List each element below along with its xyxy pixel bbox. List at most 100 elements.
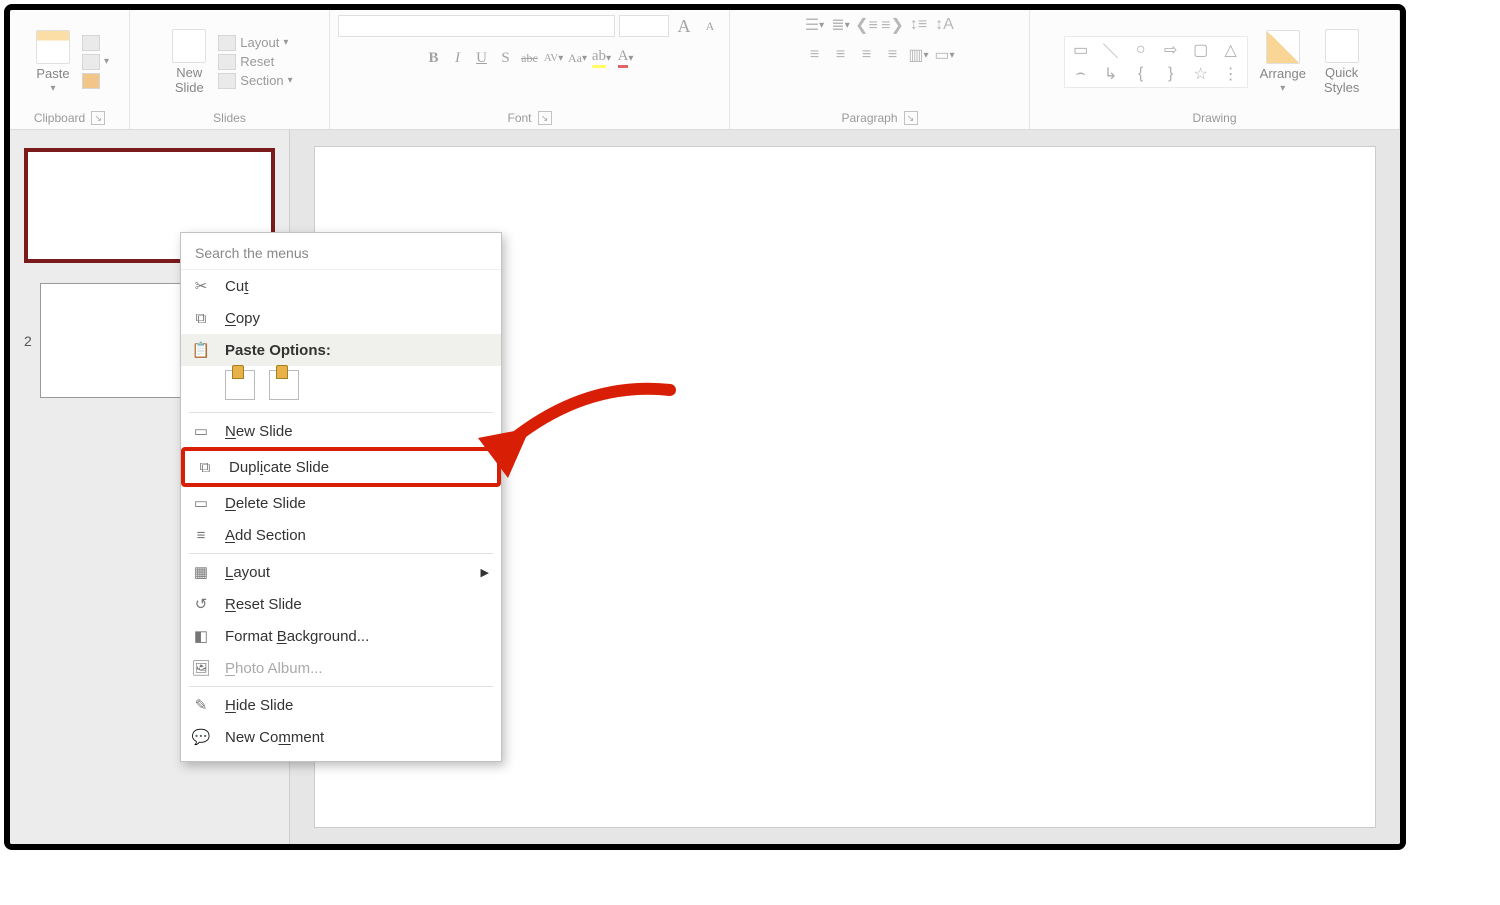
brush-icon bbox=[82, 73, 100, 89]
menu-delete-slide[interactable]: ▭ Delete Slide bbox=[181, 487, 501, 519]
group-slides: New Slide Layout▾ Reset Section▾ Slides bbox=[130, 10, 330, 129]
group-paragraph: ☰▾ ≣▾ ❮≡ ≡❯ ↕≡ ↕A ≡ ≡ ≡ ≡ ▥▾ ▭▾ Paragrap… bbox=[730, 10, 1030, 129]
menu-photo-album: 🖼 Photo Album... bbox=[181, 652, 501, 684]
new-slide-icon bbox=[172, 29, 206, 63]
section-icon: ≡ bbox=[191, 526, 211, 544]
shape-arc-icon: ⌢ bbox=[1067, 63, 1095, 85]
font-color-button[interactable]: A▾ bbox=[615, 46, 637, 70]
group-font: A A B I U S abc AV▾ Aa▾ ab▾ A▾ Font↘ bbox=[330, 10, 730, 129]
shape-brace-l-icon: { bbox=[1127, 63, 1155, 85]
menu-add-section[interactable]: ≡ Add Section bbox=[181, 519, 501, 551]
paste-option-picture[interactable] bbox=[269, 370, 299, 400]
paste-label: Paste bbox=[36, 66, 69, 81]
ribbon: Paste ▾ ▾ Clipboard↘ New Slide Layout bbox=[10, 10, 1400, 130]
justify-button[interactable]: ≡ bbox=[881, 44, 905, 66]
scissors-icon: ✂ bbox=[191, 277, 211, 295]
cut-button[interactable] bbox=[82, 35, 109, 51]
italic-button[interactable]: I bbox=[447, 46, 469, 70]
paste-dropdown-icon[interactable]: ▾ bbox=[50, 83, 55, 94]
bullets-button[interactable]: ☰▾ bbox=[803, 14, 827, 36]
shape-triangle-icon: △ bbox=[1217, 39, 1245, 61]
shapes-gallery[interactable]: ▭ ＼ ○ ⇨ ▢ △ ⌢ ↳ { } ☆ ⋮ bbox=[1064, 36, 1248, 88]
smartart-button[interactable]: ▭▾ bbox=[933, 44, 957, 66]
arrange-button[interactable]: Arrange▾ bbox=[1254, 28, 1312, 96]
format-painter-button[interactable] bbox=[82, 73, 109, 89]
menu-paste-options: 📋 Paste Options: bbox=[181, 334, 501, 366]
paste-icon bbox=[36, 30, 70, 64]
separator bbox=[189, 412, 493, 413]
align-left-button[interactable]: ≡ bbox=[803, 44, 827, 66]
indent-right-button[interactable]: ≡❯ bbox=[881, 14, 905, 36]
strike-button[interactable]: abc bbox=[519, 46, 541, 70]
columns-button[interactable]: ▥▾ bbox=[907, 44, 931, 66]
layout-button[interactable]: Layout▾ bbox=[218, 35, 292, 51]
layout-icon bbox=[218, 35, 236, 51]
numbering-button[interactable]: ≣▾ bbox=[829, 14, 853, 36]
increase-font-button[interactable]: A bbox=[673, 14, 695, 38]
menu-hide-slide[interactable]: ✎ Hide Slide bbox=[181, 689, 501, 721]
shape-star-icon: ☆ bbox=[1187, 63, 1215, 85]
group-clipboard: Paste ▾ ▾ Clipboard ↘ bbox=[10, 10, 130, 129]
text-direction-button[interactable]: ↕A bbox=[933, 14, 957, 36]
align-center-button[interactable]: ≡ bbox=[829, 44, 853, 66]
underline-button[interactable]: U bbox=[471, 46, 493, 70]
drawing-label: Drawing bbox=[1192, 111, 1236, 125]
arrange-icon bbox=[1266, 30, 1300, 64]
font-family-select[interactable] bbox=[338, 15, 615, 37]
shape-connector-icon: ↳ bbox=[1097, 63, 1125, 85]
reset-icon bbox=[218, 54, 236, 70]
slide-number-2: 2 bbox=[24, 333, 34, 349]
decrease-font-button[interactable]: A bbox=[699, 14, 721, 38]
chevron-right-icon: ▶ bbox=[481, 566, 489, 579]
paste-button[interactable]: Paste ▾ bbox=[30, 28, 76, 96]
font-launcher[interactable]: ↘ bbox=[538, 111, 552, 125]
char-spacing-button[interactable]: AV▾ bbox=[543, 46, 565, 70]
delete-icon: ▭ bbox=[191, 494, 211, 512]
align-right-button[interactable]: ≡ bbox=[855, 44, 879, 66]
bold-button[interactable]: B bbox=[423, 46, 445, 70]
photo-album-icon: 🖼 bbox=[191, 659, 211, 677]
slides-label: Slides bbox=[213, 111, 246, 125]
clipboard-label: Clipboard bbox=[34, 111, 85, 125]
paragraph-launcher[interactable]: ↘ bbox=[904, 111, 918, 125]
comment-icon: 💬 bbox=[191, 728, 211, 746]
menu-reset-slide[interactable]: ↺ Reset Slide bbox=[181, 588, 501, 620]
shape-line-icon: ＼ bbox=[1097, 39, 1125, 61]
section-button[interactable]: Section▾ bbox=[218, 73, 292, 89]
app-window: Paste ▾ ▾ Clipboard↘ New Slide Layout bbox=[4, 4, 1406, 850]
menu-search-input[interactable]: Search the menus bbox=[181, 237, 501, 270]
quick-styles-button[interactable]: Quick Styles bbox=[1318, 27, 1365, 97]
menu-new-comment[interactable]: 💬 New Comment bbox=[181, 721, 501, 753]
font-size-select[interactable] bbox=[619, 15, 669, 37]
paragraph-label: Paragraph bbox=[841, 111, 897, 125]
clipboard-launcher[interactable]: ↘ bbox=[91, 111, 105, 125]
format-bg-icon: ◧ bbox=[191, 627, 211, 645]
menu-cut[interactable]: ✂ Cut bbox=[181, 270, 501, 302]
menu-format-background[interactable]: ◧ Format Background... bbox=[181, 620, 501, 652]
separator bbox=[189, 553, 493, 554]
menu-layout[interactable]: ▦ Layout ▶ bbox=[181, 556, 501, 588]
shadow-button[interactable]: S bbox=[495, 46, 517, 70]
new-slide-label: New Slide bbox=[175, 65, 204, 95]
cut-icon bbox=[82, 35, 100, 51]
menu-new-slide[interactable]: ▭ New Slide bbox=[181, 415, 501, 447]
shapes-more-icon[interactable]: ⋮ bbox=[1217, 63, 1245, 85]
change-case-button[interactable]: Aa▾ bbox=[567, 46, 589, 70]
reset-button[interactable]: Reset bbox=[218, 54, 292, 70]
new-slide-icon: ▭ bbox=[191, 422, 211, 440]
menu-copy[interactable]: ⧉ Copy bbox=[181, 302, 501, 334]
shape-rect-icon: ▭ bbox=[1067, 39, 1095, 61]
copy-icon bbox=[82, 54, 100, 70]
copy-button[interactable]: ▾ bbox=[82, 54, 109, 70]
highlight-button[interactable]: ab▾ bbox=[591, 46, 613, 70]
clipboard-icon: 📋 bbox=[191, 341, 211, 359]
layout-icon: ▦ bbox=[191, 563, 211, 581]
new-slide-button[interactable]: New Slide bbox=[166, 27, 212, 97]
hide-icon: ✎ bbox=[191, 696, 211, 714]
shape-arrow-icon: ⇨ bbox=[1157, 39, 1185, 61]
paste-option-theme[interactable] bbox=[225, 370, 255, 400]
line-spacing-button[interactable]: ↕≡ bbox=[907, 14, 931, 36]
menu-duplicate-slide[interactable]: ⧉ Duplicate Slide bbox=[181, 447, 501, 487]
separator bbox=[189, 686, 493, 687]
indent-left-button[interactable]: ❮≡ bbox=[855, 14, 879, 36]
